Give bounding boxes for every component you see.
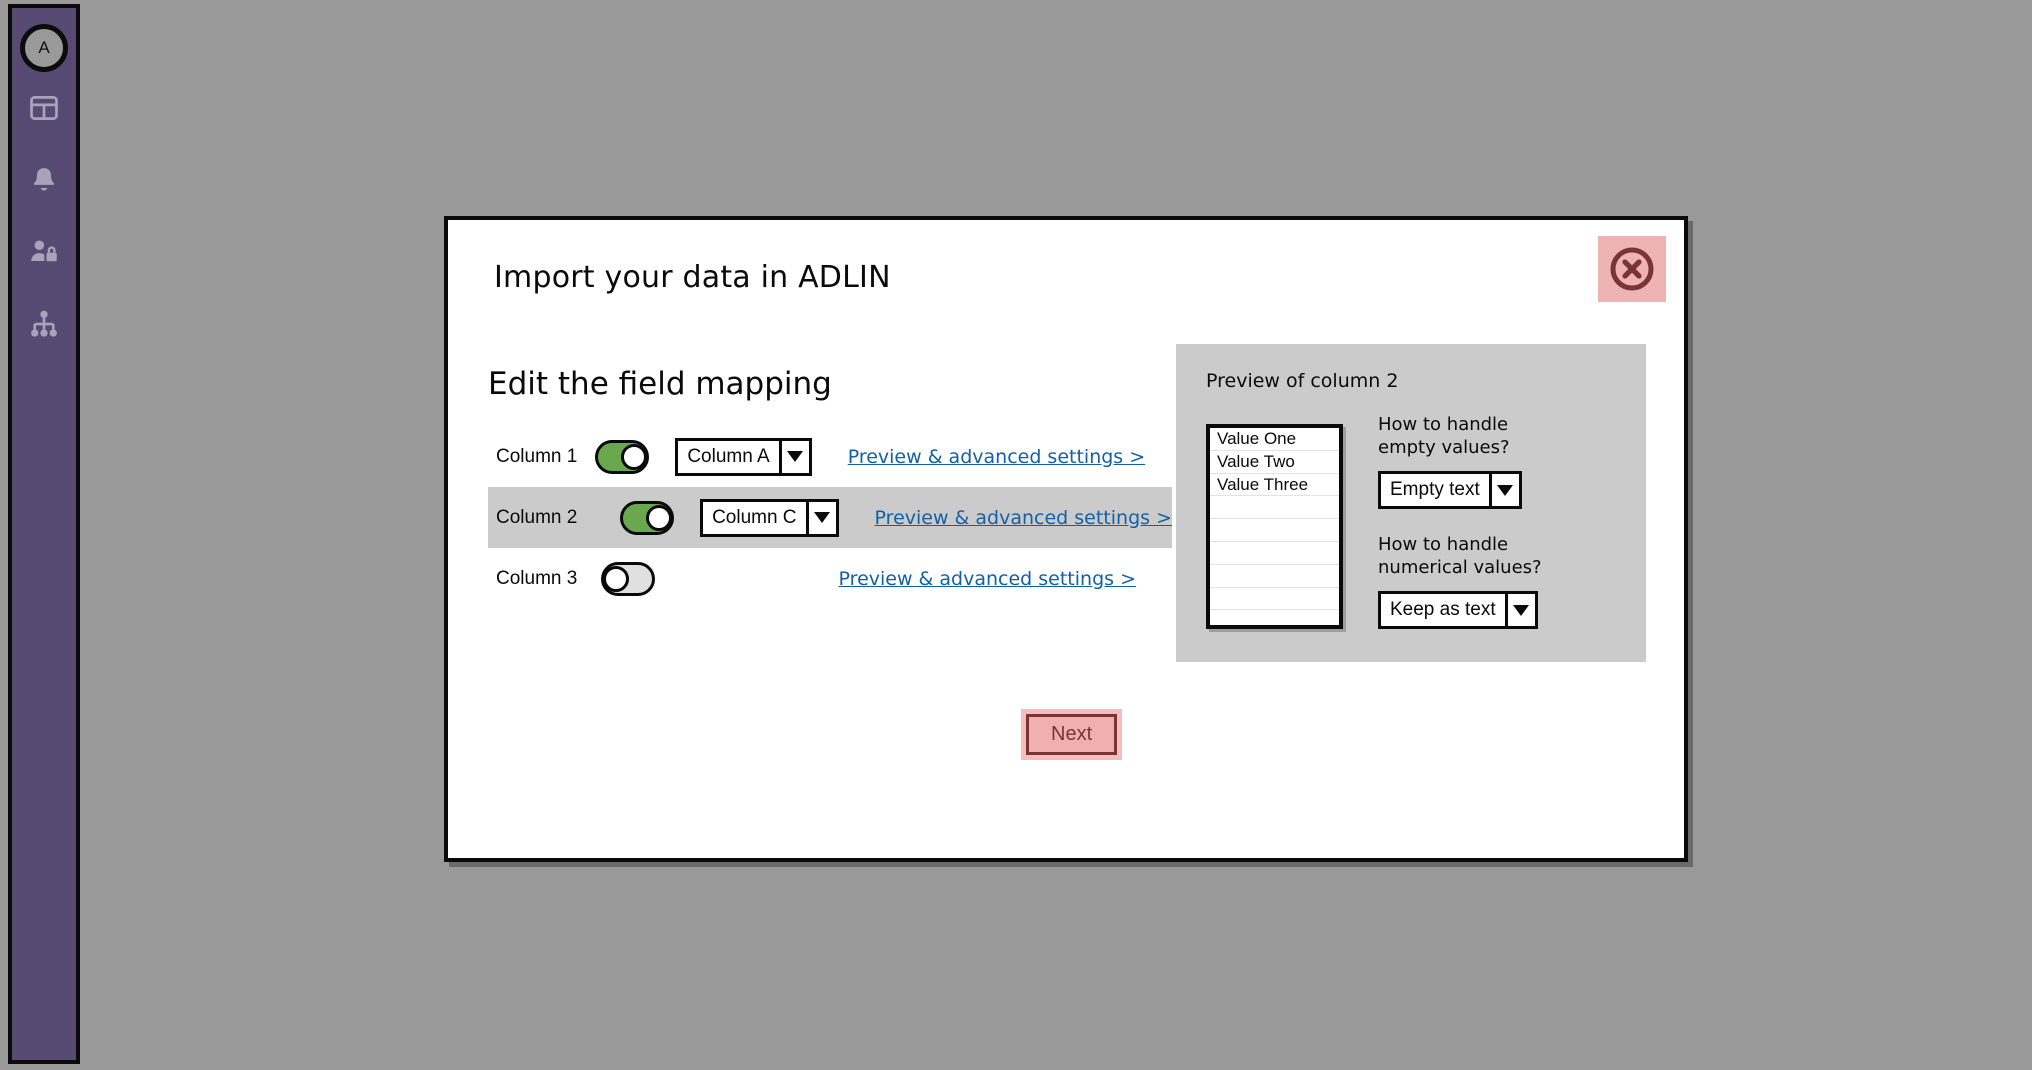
chevron-down-icon — [1488, 474, 1519, 506]
column-label: Column 3 — [496, 567, 578, 589]
empty-values-option: How to handle empty values? Empty text — [1378, 414, 1522, 509]
sidebar-item-notifications[interactable] — [8, 144, 80, 216]
list-item-empty — [1210, 519, 1339, 542]
hierarchy-sitemap-icon — [29, 309, 59, 339]
advanced-settings-link[interactable]: Preview & advanced settings > — [848, 446, 1145, 468]
close-button[interactable] — [1598, 236, 1666, 302]
list-item-empty — [1210, 496, 1339, 520]
table-row: Column 3 Preview & advanced settings > — [496, 548, 1136, 609]
toggle-knob — [646, 504, 673, 531]
column-enable-toggle[interactable] — [620, 500, 675, 535]
sidebar: A — [8, 4, 80, 1064]
next-button[interactable]: Next — [1026, 714, 1118, 755]
dialog-title: Import your data in ADLIN — [494, 260, 891, 295]
dropdown-value: Column C — [712, 506, 797, 528]
avatar[interactable]: A — [20, 24, 68, 72]
dropdown-value: Keep as text — [1390, 599, 1496, 620]
list-item-empty — [1210, 542, 1339, 565]
grid-dashboard-icon — [29, 93, 59, 123]
list-item-empty — [1210, 610, 1339, 625]
value-list[interactable]: Value One Value Two Value Three — [1206, 424, 1343, 629]
list-item: Value Three — [1210, 474, 1339, 497]
page-title: Edit the field mapping — [488, 366, 832, 402]
toggle-knob — [602, 565, 629, 592]
import-dialog: Import your data in ADLIN Edit the field… — [444, 216, 1688, 862]
preview-panel: Preview of column 2 Value One Value Two … — [1176, 344, 1646, 662]
sidebar-item-dashboard[interactable] — [8, 72, 80, 144]
numerical-values-label: How to handle numerical values? — [1378, 534, 1542, 578]
numerical-values-option: How to handle numerical values? Keep as … — [1378, 534, 1542, 629]
column-target-dropdown[interactable]: Column C — [700, 498, 839, 537]
preview-title: Preview of column 2 — [1206, 370, 1399, 392]
advanced-settings-link[interactable]: Preview & advanced settings > — [875, 507, 1172, 529]
list-item-empty — [1210, 565, 1339, 588]
chevron-down-icon — [805, 501, 836, 534]
sidebar-item-organization[interactable] — [8, 288, 80, 360]
dropdown-value: Empty text — [1390, 479, 1480, 500]
table-row: Column 1 Column A Preview & advanced set… — [496, 426, 1145, 487]
empty-values-label: How to handle empty values? — [1378, 414, 1510, 458]
field-mapping-list: Column 1 Column A Preview & advanced set… — [488, 426, 1172, 609]
column-enable-toggle[interactable] — [595, 439, 650, 474]
sidebar-item-permissions[interactable] — [8, 216, 80, 288]
dropdown-value: Column A — [687, 445, 770, 467]
list-item: Value Two — [1210, 451, 1339, 474]
avatar-initial: A — [38, 38, 50, 57]
bell-notifications-icon — [29, 165, 59, 195]
numerical-values-dropdown[interactable]: Keep as text — [1378, 591, 1538, 629]
advanced-settings-link[interactable]: Preview & advanced settings > — [839, 568, 1136, 590]
column-label: Column 1 — [496, 445, 578, 467]
chevron-down-icon — [1504, 594, 1535, 626]
empty-values-dropdown[interactable]: Empty text — [1378, 471, 1522, 509]
list-item: Value One — [1210, 428, 1339, 451]
column-target-dropdown[interactable]: Column A — [675, 437, 812, 476]
list-item-empty — [1210, 588, 1339, 611]
user-lock-permissions-icon — [29, 237, 59, 267]
circle-x-close-icon — [1608, 245, 1656, 293]
table-row: Column 2 Column C Preview & advanced set… — [488, 487, 1172, 548]
chevron-down-icon — [778, 440, 809, 473]
column-enable-toggle[interactable] — [600, 561, 655, 596]
column-label: Column 2 — [496, 506, 578, 528]
toggle-knob — [621, 443, 648, 470]
